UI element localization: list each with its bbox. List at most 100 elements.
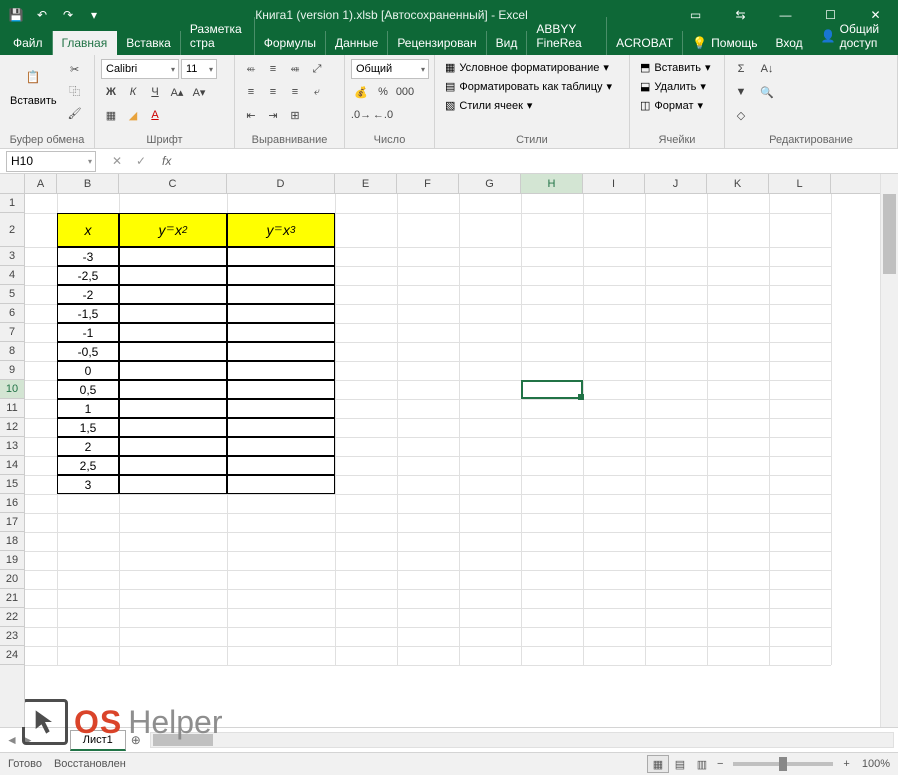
wrap-text-icon[interactable]: ⤶ <box>307 82 327 102</box>
row-header-7[interactable]: 7 <box>0 323 24 342</box>
italic-button[interactable]: К <box>123 82 143 102</box>
minimize-button[interactable]: — <box>763 0 808 29</box>
cell-D4[interactable] <box>227 266 335 285</box>
decrease-indent-icon[interactable]: ⇤ <box>241 105 261 125</box>
row-header-15[interactable]: 15 <box>0 475 24 494</box>
cell-B14[interactable]: 2,5 <box>57 456 119 475</box>
row-header-11[interactable]: 11 <box>0 399 24 418</box>
cell-C9[interactable] <box>119 361 227 380</box>
underline-button[interactable]: Ч <box>145 82 165 102</box>
zoom-out-button[interactable]: − <box>713 758 727 770</box>
sort-filter-icon[interactable]: A↓ <box>753 59 781 79</box>
column-header-J[interactable]: J <box>645 174 707 193</box>
align-middle-icon[interactable]: ≡ <box>263 59 283 79</box>
cell-C14[interactable] <box>119 456 227 475</box>
format-painter-icon[interactable]: 🖌 <box>65 103 85 123</box>
number-format-combo[interactable]: Общий <box>351 59 429 79</box>
row-header-14[interactable]: 14 <box>0 456 24 475</box>
increase-decimal-icon[interactable]: .0→ <box>351 105 371 125</box>
vertical-scrollbar[interactable] <box>880 174 898 727</box>
grow-font-icon[interactable]: A▴ <box>167 82 187 102</box>
horizontal-scrollbar[interactable] <box>150 732 894 748</box>
column-header-F[interactable]: F <box>397 174 459 193</box>
cell-D7[interactable] <box>227 323 335 342</box>
clear-icon[interactable]: ◇ <box>731 105 751 125</box>
row-header-4[interactable]: 4 <box>0 266 24 285</box>
row-header-6[interactable]: 6 <box>0 304 24 323</box>
zoom-in-button[interactable]: + <box>839 758 853 770</box>
tab-insert[interactable]: Вставка <box>117 31 181 55</box>
align-left-icon[interactable]: ≡ <box>241 82 261 102</box>
tab-acrobat[interactable]: ACROBAT <box>607 31 683 55</box>
cell-D15[interactable] <box>227 475 335 494</box>
cell-D9[interactable] <box>227 361 335 380</box>
merge-icon[interactable]: ⊞ <box>285 105 305 125</box>
fill-color-icon[interactable]: ◢ <box>123 105 143 125</box>
cell-D10[interactable] <box>227 380 335 399</box>
sign-in-button[interactable]: Вход <box>767 31 812 55</box>
tab-file[interactable]: Файл <box>4 31 53 55</box>
autosum-icon[interactable]: Σ <box>731 59 751 79</box>
font-size-combo[interactable]: 11 <box>181 59 217 79</box>
zoom-level[interactable]: 100% <box>862 758 890 770</box>
cell-B13[interactable]: 2 <box>57 437 119 456</box>
ribbon-options-icon[interactable]: ▭ <box>673 0 718 29</box>
row-header-21[interactable]: 21 <box>0 589 24 608</box>
cell-D6[interactable] <box>227 304 335 323</box>
row-header-8[interactable]: 8 <box>0 342 24 361</box>
column-header-G[interactable]: G <box>459 174 521 193</box>
share-button[interactable]: 👤Общий доступ <box>812 17 898 55</box>
cell-D5[interactable] <box>227 285 335 304</box>
copy-icon[interactable]: ⿻ <box>65 81 85 101</box>
cell-C12[interactable] <box>119 418 227 437</box>
row-header-17[interactable]: 17 <box>0 513 24 532</box>
paste-button[interactable]: 📋 Вставить <box>6 59 61 109</box>
add-sheet-button[interactable]: ⊕ <box>126 733 146 747</box>
cell-D13[interactable] <box>227 437 335 456</box>
cancel-formula-icon[interactable]: ✕ <box>108 154 126 168</box>
tell-me-button[interactable]: 💡Помощь <box>683 31 766 55</box>
currency-icon[interactable]: 💰 <box>351 82 371 102</box>
page-break-view-icon[interactable]: ▥ <box>691 755 713 773</box>
align-bottom-icon[interactable]: ⬵ <box>285 59 305 79</box>
align-top-icon[interactable]: ⬴ <box>241 59 261 79</box>
column-header-L[interactable]: L <box>769 174 831 193</box>
format-as-table-button[interactable]: ▤Форматировать как таблицу▾ <box>441 78 616 95</box>
page-layout-view-icon[interactable]: ▤ <box>669 755 691 773</box>
cell-C10[interactable] <box>119 380 227 399</box>
undo-icon[interactable]: ↶ <box>30 3 54 27</box>
align-right-icon[interactable]: ≡ <box>285 82 305 102</box>
save-icon[interactable]: 💾 <box>4 3 28 27</box>
row-header-5[interactable]: 5 <box>0 285 24 304</box>
row-header-1[interactable]: 1 <box>0 194 24 213</box>
cell-D14[interactable] <box>227 456 335 475</box>
column-header-C[interactable]: C <box>119 174 227 193</box>
sheet-tab-active[interactable]: Лист1 <box>70 730 126 751</box>
tab-review[interactable]: Рецензирован <box>388 31 486 55</box>
cell-area[interactable]: xy = x2y = x3-3-2,5-2-1,5-1-0,500,511,52… <box>25 194 880 727</box>
row-header-16[interactable]: 16 <box>0 494 24 513</box>
tab-abbyy[interactable]: ABBYY FineRea <box>527 17 607 55</box>
cell-C6[interactable] <box>119 304 227 323</box>
cell-D8[interactable] <box>227 342 335 361</box>
column-header-D[interactable]: D <box>227 174 335 193</box>
decrease-decimal-icon[interactable]: ←.0 <box>373 105 393 125</box>
row-header-3[interactable]: 3 <box>0 247 24 266</box>
column-header-E[interactable]: E <box>335 174 397 193</box>
row-header-12[interactable]: 12 <box>0 418 24 437</box>
column-header-K[interactable]: K <box>707 174 769 193</box>
row-header-22[interactable]: 22 <box>0 608 24 627</box>
hscroll-thumb[interactable] <box>153 734 213 746</box>
comma-icon[interactable]: 000 <box>395 82 415 102</box>
cell-C4[interactable] <box>119 266 227 285</box>
cut-icon[interactable]: ✂ <box>65 59 85 79</box>
qat-customize-icon[interactable]: ▾ <box>82 3 106 27</box>
select-all-corner[interactable] <box>0 174 25 194</box>
cell-C11[interactable] <box>119 399 227 418</box>
cell-D11[interactable] <box>227 399 335 418</box>
column-header-A[interactable]: A <box>25 174 57 193</box>
redo-icon[interactable]: ↷ <box>56 3 80 27</box>
orientation-icon[interactable]: ⤢ <box>307 59 327 79</box>
sheet-nav-prev-icon[interactable]: ◄ <box>6 733 18 747</box>
window-switch-icon[interactable]: ⇆ <box>718 0 763 29</box>
